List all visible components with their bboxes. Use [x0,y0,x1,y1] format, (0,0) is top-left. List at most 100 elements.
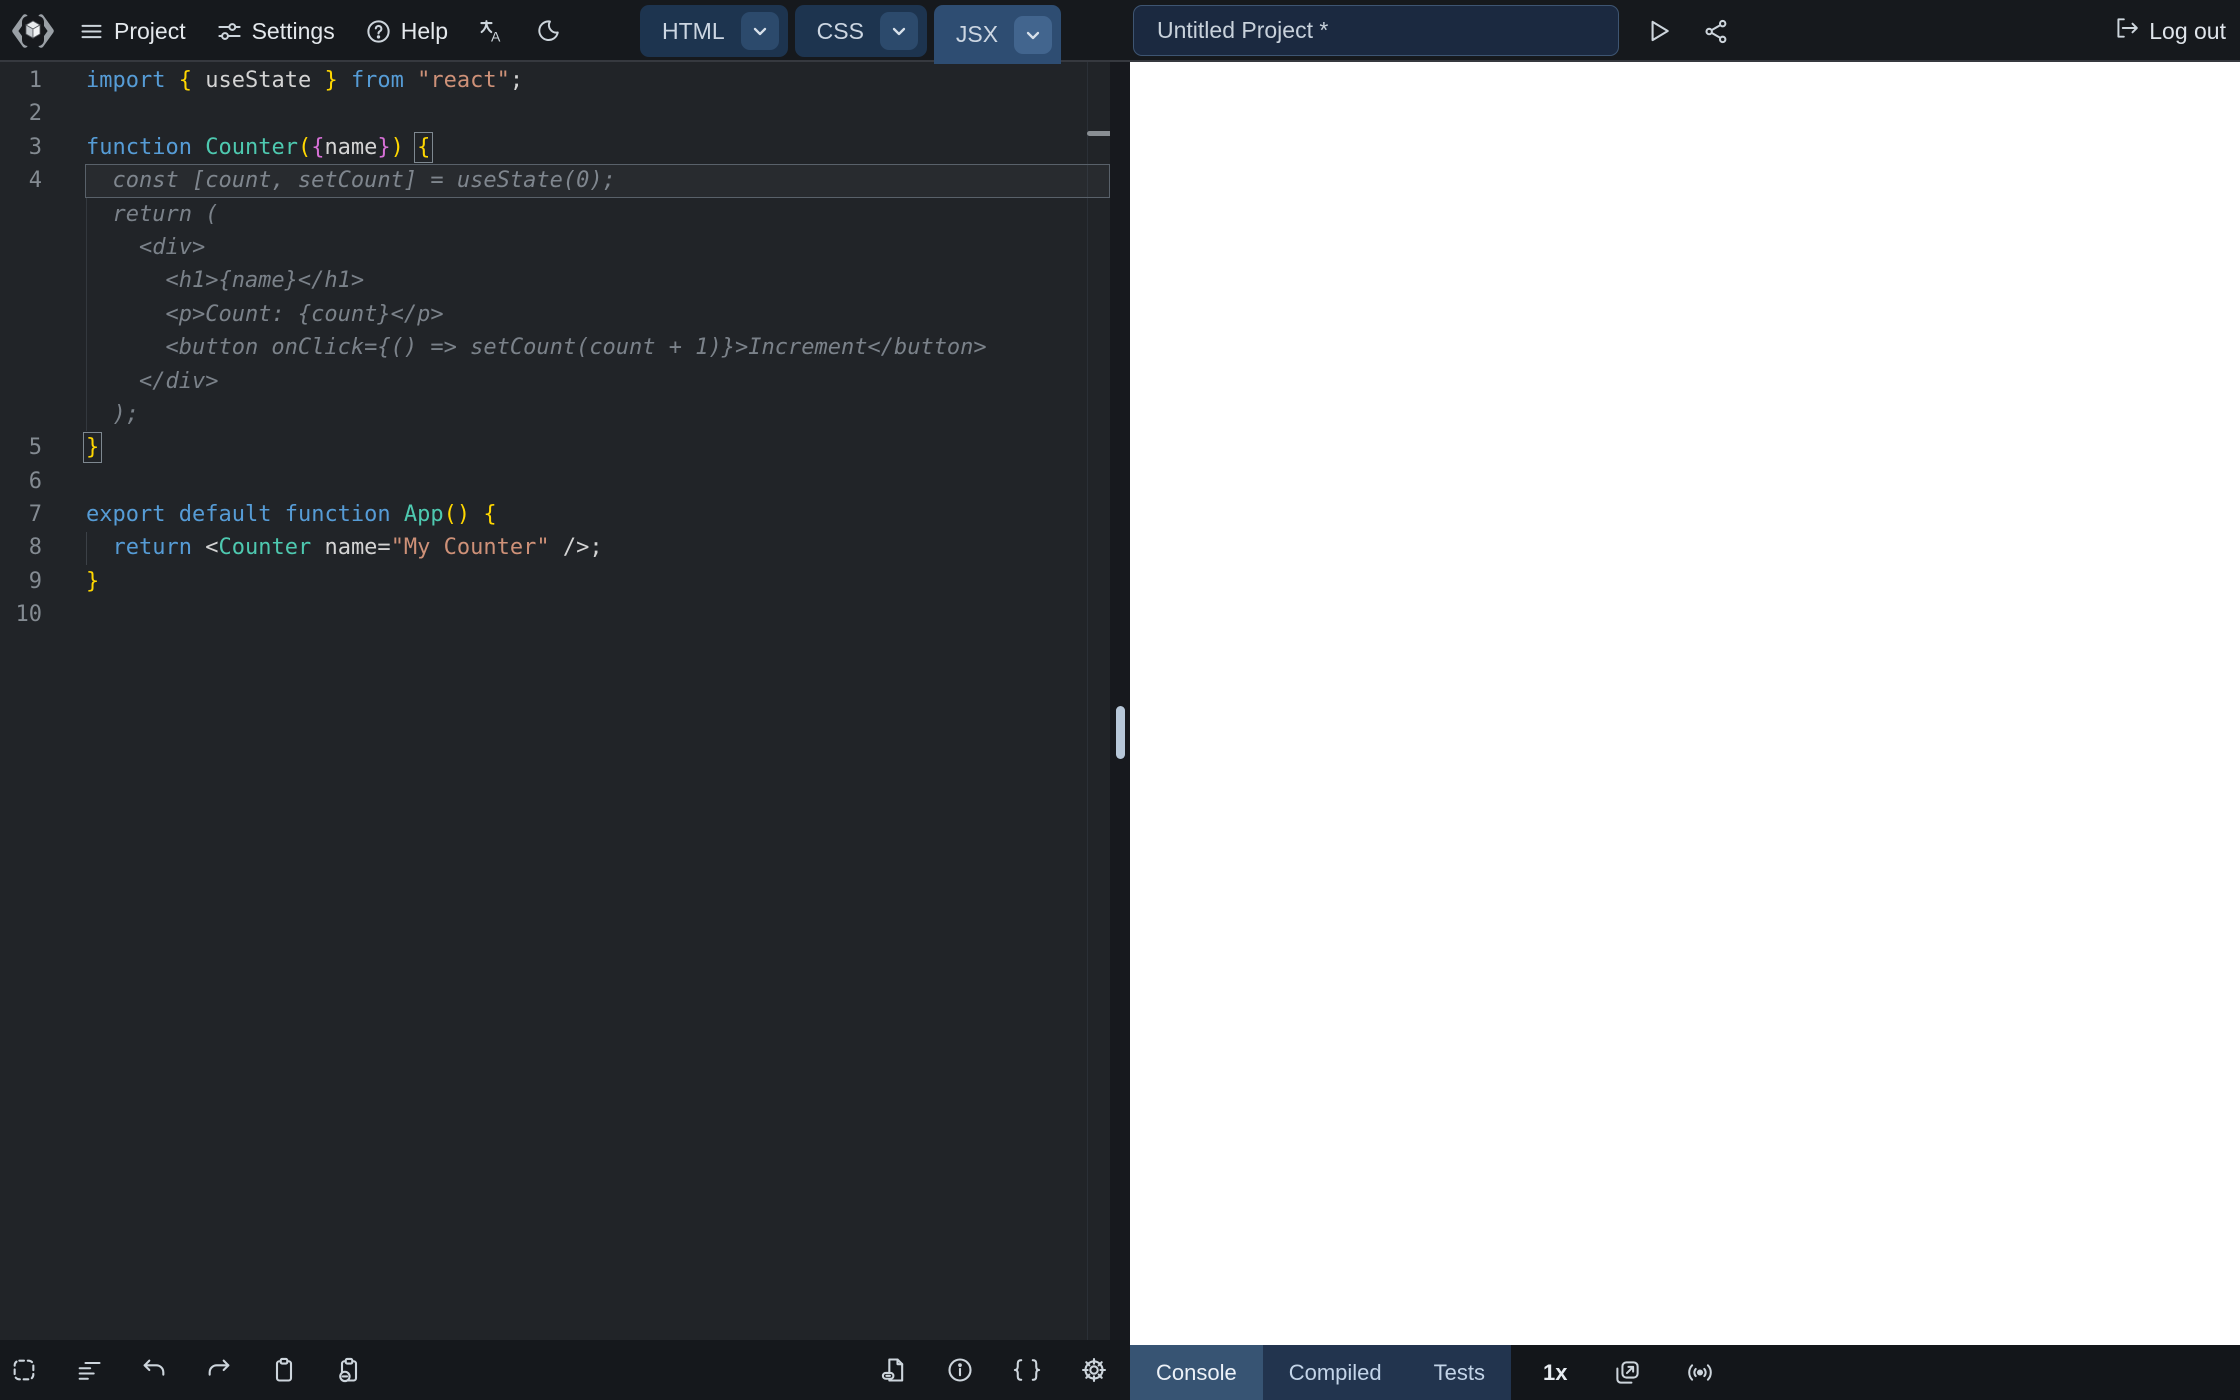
line-number [0,365,42,398]
code-line[interactable]: <div> [0,231,1110,264]
theme-moon-button[interactable] [535,18,561,44]
code-text: return ( [42,198,218,231]
code-line[interactable]: 9} [0,565,1110,598]
code-line[interactable]: 8 return <Counter name="My Counter" />; [0,531,1110,564]
console-tabs: ConsoleCompiledTests [1130,1345,1511,1400]
help-icon [365,18,392,45]
tab-css[interactable]: CSS [795,5,927,57]
console-icons [1614,1345,1715,1400]
code-line[interactable]: <p>Count: {count}</p> [0,298,1110,331]
tab-jsx[interactable]: JSX [934,5,1061,64]
chevron-down-icon [887,19,911,43]
code-line[interactable]: 2 [0,97,1110,130]
code-text: } [42,565,99,598]
line-number [0,398,42,431]
undo-icon[interactable] [140,1356,168,1384]
code-line[interactable]: 3function Counter({name}) { [0,131,1110,164]
tab-label: CSS [817,18,864,45]
editor-tabs: HTML CSS JSX [640,5,1061,64]
chevron-down-icon [1021,23,1045,47]
logout-icon [2113,15,2139,47]
code-line[interactable]: 1import { useState } from "react"; [0,64,1110,97]
code-line[interactable]: <button onClick={() => setCount(count + … [0,331,1110,364]
main-menu: Project Settings Help A [78,0,561,62]
line-number [0,331,42,364]
translate-button[interactable]: A [478,18,505,45]
theme-moon-icon [535,18,561,44]
menu-item-settings[interactable]: Settings [216,18,335,45]
clipboard-remove-icon[interactable] [335,1356,363,1384]
menu-item-help[interactable]: Help [365,18,448,45]
top-toolbar: Project Settings Help A HTML CSS JSX Log out [0,0,2240,62]
menu-item-project[interactable]: Project [78,18,186,45]
redo-icon[interactable] [205,1356,233,1384]
code-line[interactable]: 4 const [count, setCount] = useState(0); [0,164,1110,197]
line-number [0,298,42,331]
share-button[interactable] [1703,18,1730,45]
code-text: ); [42,398,139,431]
code-editor[interactable]: 1import { useState } from "react";23func… [0,62,1110,1340]
code-line[interactable]: 7export default function App() { [0,498,1110,531]
splitter-drag-handle[interactable] [1116,706,1125,759]
app-window: ProjectSettingsHelpA HTMLCSSJSX Log out … [0,0,2240,1400]
project-name-input[interactable] [1133,5,1619,56]
translate-icon: A [478,18,505,45]
line-number: 8 [0,531,42,564]
code-line[interactable]: 5} [0,431,1110,464]
tab-dropdown-button[interactable] [880,12,918,50]
info-icon[interactable] [946,1356,974,1384]
braces-icon[interactable] [1012,1356,1042,1384]
file-link-icon[interactable] [880,1356,908,1384]
editor-toolbar-left [10,1340,363,1400]
hamburger-icon [78,18,105,45]
tab-label: JSX [956,21,998,48]
code-text: <p>Count: {count}</p> [42,298,444,331]
code-line[interactable]: <h1>{name}</h1> [0,264,1110,297]
code-text: <button onClick={() => setCount(count + … [42,331,987,364]
code-line[interactable]: return ( [0,198,1110,231]
line-number: 1 [0,64,42,97]
editor-toolbar [0,1340,1130,1400]
console-tab-tests[interactable]: Tests [1408,1345,1511,1400]
code-line[interactable]: 6 [0,465,1110,498]
code-line[interactable]: 10 [0,598,1110,631]
line-number: 3 [0,131,42,164]
format-code-icon[interactable] [75,1356,103,1384]
line-number: 5 [0,431,42,464]
selection-icon[interactable] [10,1356,38,1384]
paste-icon[interactable] [270,1356,298,1384]
line-number: 10 [0,598,42,631]
menu-item-label: Project [114,18,186,45]
tab-label: HTML [662,18,725,45]
run-button[interactable] [1645,17,1673,45]
line-number [0,198,42,231]
tab-html[interactable]: HTML [640,5,788,57]
menu-item-label: Settings [252,18,335,45]
line-number: 7 [0,498,42,531]
tab-dropdown-button[interactable] [741,12,779,50]
code-text [42,598,86,631]
code-text: <div> [42,231,205,264]
code-line[interactable]: </div> [0,365,1110,398]
code-text: </div> [42,365,218,398]
line-number: 2 [0,97,42,130]
code-text: export default function App() { [42,498,497,531]
menu-item-label: Help [401,18,448,45]
app-logo[interactable] [8,7,58,55]
preview-pane [1130,62,2240,1345]
line-number: 9 [0,565,42,598]
playback-speed[interactable]: 1x [1543,1345,1567,1400]
line-number [0,231,42,264]
code-line[interactable]: ); [0,398,1110,431]
editor-toolbar-right [880,1340,1108,1400]
open-preview-window-icon[interactable] [1614,1359,1641,1386]
settings-gear-icon[interactable] [1080,1356,1108,1384]
code-text [42,97,86,130]
logout-button[interactable]: Log out [2113,0,2226,62]
code-text: return <Counter name="My Counter" />; [42,531,603,564]
live-reload-icon[interactable] [1685,1359,1715,1386]
console-tab-console[interactable]: Console [1130,1345,1263,1400]
console-tab-compiled[interactable]: Compiled [1263,1345,1408,1400]
tab-dropdown-button[interactable] [1014,16,1052,54]
console-bar: ConsoleCompiledTests 1x [1130,1345,2240,1400]
